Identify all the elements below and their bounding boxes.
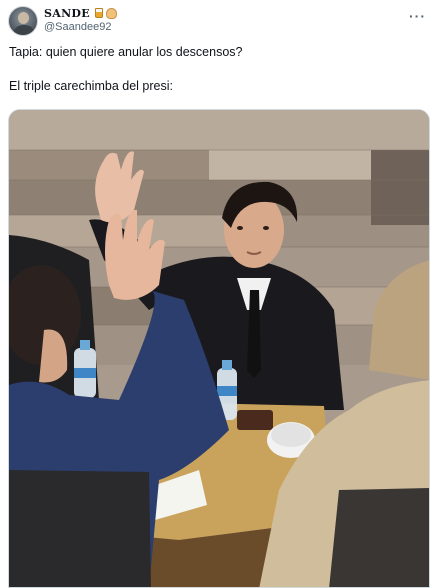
- beer-mug-icon: [94, 8, 103, 18]
- tweet-text: Tapia: quien quiere anular los descensos…: [9, 44, 426, 95]
- author-names: SANDE @Saandee92: [44, 6, 117, 33]
- photo-illustration: [9, 110, 429, 587]
- raised-hand-icon: [105, 7, 117, 19]
- tweet: SANDE @Saandee92 ··· Tapia: quien quiere…: [0, 0, 436, 588]
- more-options-icon[interactable]: ···: [409, 8, 426, 24]
- avatar-head-shape: [18, 12, 29, 24]
- avatar[interactable]: [8, 6, 38, 36]
- tweet-photo[interactable]: [8, 109, 430, 588]
- tweet-text-line-1: Tapia: quien quiere anular los descensos…: [9, 45, 243, 59]
- tweet-text-line-2: El triple carechimba del presi:: [9, 79, 173, 93]
- avatar-body-shape: [13, 25, 35, 35]
- name-row: SANDE: [44, 6, 117, 20]
- tweet-header: SANDE @Saandee92 ···: [8, 6, 426, 38]
- user-handle[interactable]: @Saandee92: [44, 21, 117, 33]
- display-name[interactable]: SANDE: [44, 7, 90, 20]
